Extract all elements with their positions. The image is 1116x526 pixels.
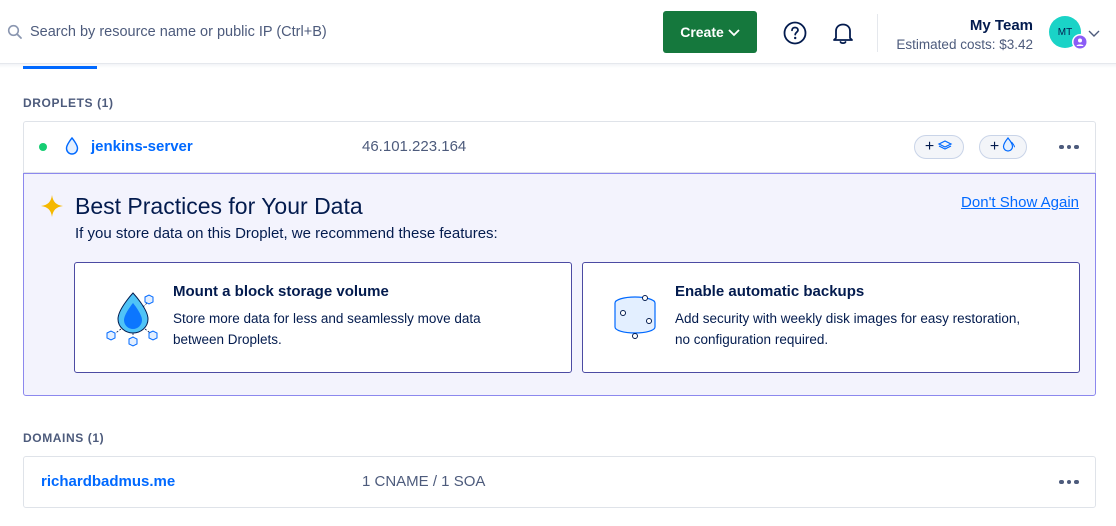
database-drop-icon (1002, 137, 1016, 157)
backups-card[interactable]: Enable automatic backups Add security wi… (582, 262, 1080, 373)
create-button[interactable]: Create (663, 11, 757, 53)
active-tab-indicator (23, 66, 97, 69)
droplet-more-menu[interactable] (1059, 143, 1081, 151)
top-bar: Create My Team Estimated costs: $3.42 MT (0, 0, 1116, 64)
domains-section-label: DOMAINS (1) (23, 431, 105, 445)
backups-title: Enable automatic backups (675, 283, 865, 300)
block-storage-card[interactable]: Mount a block storage volume Store more … (74, 262, 572, 373)
create-button-label: Create (680, 24, 724, 40)
dont-show-again-link[interactable]: Don't Show Again (961, 194, 1079, 211)
domain-row: richardbadmus.me 1 CNAME / 1 SOA (23, 456, 1096, 508)
best-practices-title: Best Practices for Your Data (75, 193, 363, 219)
bell-icon[interactable] (831, 20, 855, 46)
plus-icon: + (989, 138, 1000, 155)
status-indicator (39, 143, 47, 151)
plus-icon: + (924, 138, 935, 155)
best-practices-subtitle: If you store data on this Droplet, we re… (75, 225, 498, 242)
backups-description: Add security with weekly disk images for… (675, 311, 1021, 347)
droplets-section-label: DROPLETS (1) (23, 96, 114, 110)
search-input[interactable] (30, 24, 590, 40)
header-divider (877, 14, 878, 52)
block-storage-icon (103, 289, 163, 349)
header-shadow (0, 64, 1116, 68)
block-storage-title: Mount a block storage volume (173, 283, 389, 300)
help-icon[interactable] (783, 21, 807, 45)
estimated-costs: Estimated costs: $3.42 (896, 37, 1033, 52)
chevron-down-icon (728, 24, 740, 40)
backups-icon (613, 293, 673, 353)
block-storage-description: Store more data for less and seamlessly … (173, 311, 481, 347)
team-badge-icon (1072, 34, 1088, 50)
add-volume-button[interactable]: + (914, 135, 964, 159)
droplet-name-link[interactable]: jenkins-server (91, 138, 193, 155)
volume-icon (937, 138, 953, 156)
sparkle-icon (40, 194, 64, 218)
droplet-ip: 46.101.223.164 (362, 138, 467, 155)
account-chevron-icon[interactable] (1088, 26, 1100, 37)
domain-name-link[interactable]: richardbadmus.me (41, 473, 175, 490)
search-bar[interactable] (6, 18, 606, 46)
add-database-button[interactable]: + (979, 135, 1027, 159)
team-name[interactable]: My Team (970, 17, 1033, 34)
search-icon (6, 23, 24, 41)
droplet-row: jenkins-server 46.101.223.164 + + (23, 121, 1096, 173)
domain-more-menu[interactable] (1059, 478, 1081, 486)
domain-records: 1 CNAME / 1 SOA (362, 473, 486, 490)
best-practices-panel: Best Practices for Your Data If you stor… (23, 173, 1096, 396)
droplet-icon (65, 136, 79, 155)
